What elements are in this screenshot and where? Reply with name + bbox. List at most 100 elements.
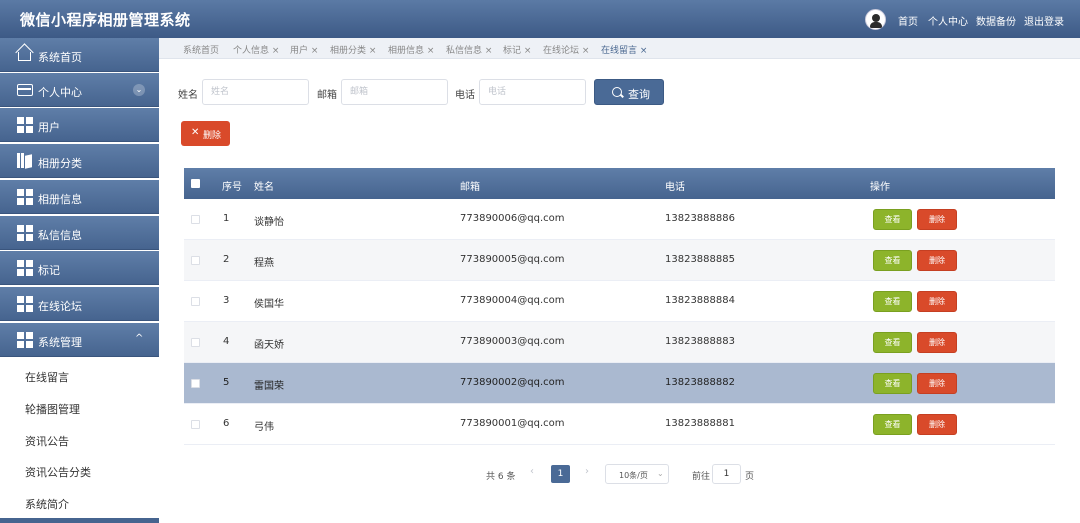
delete-button[interactable]: 删除	[917, 332, 957, 353]
search-icon	[612, 87, 622, 97]
row-name: 侯国华	[254, 299, 284, 310]
delete-button[interactable]: 删除	[917, 209, 957, 230]
row-name: 弓伟	[254, 422, 274, 433]
row-phone: 13823888882	[665, 377, 735, 388]
email-search-input[interactable]	[341, 79, 448, 105]
delete-button[interactable]: 删除	[917, 291, 957, 312]
submenu-item-news-category[interactable]: 资讯公告分类	[0, 454, 159, 486]
sidebar-footer-bar	[0, 518, 159, 523]
table-row[interactable]: 1 谈静怡 773890006@qq.com 13823888886 查看 删除	[184, 199, 1055, 240]
book-icon	[17, 153, 33, 169]
name-label: 姓名	[178, 90, 198, 101]
row-checkbox[interactable]	[191, 297, 200, 306]
view-button[interactable]: 查看	[873, 250, 912, 271]
grid-icon	[17, 225, 33, 241]
chevron-down-icon[interactable]: ⌄	[133, 84, 145, 96]
sidebar-item-label: 私信信息	[38, 229, 82, 242]
table-header: 序号 姓名 邮箱 电话 操作	[184, 168, 1055, 199]
page-size-value: 10条/页	[619, 471, 648, 480]
row-name: 谈静怡	[254, 217, 284, 228]
sidebar-item-label: 用户	[38, 121, 60, 134]
submenu-item-system-intro[interactable]: 系统简介	[0, 486, 159, 518]
view-button[interactable]: 查看	[873, 291, 912, 312]
tab-users[interactable]: 用户 ×	[290, 43, 318, 56]
sidebar-item-album-info[interactable]: 相册信息	[0, 180, 159, 214]
table-row[interactable]: 4 函天娇 773890003@qq.com 13823888883 查看 删除	[184, 322, 1055, 363]
delete-button[interactable]: 删除	[917, 414, 957, 435]
submenu-item-label: 资讯公告分类	[25, 466, 91, 479]
name-search-input[interactable]	[202, 79, 309, 105]
chevron-right-icon[interactable]: ›	[585, 466, 589, 477]
sidebar-item-label: 系统管理	[38, 336, 82, 349]
submenu-item-news[interactable]: 资讯公告	[0, 423, 159, 455]
row-phone: 13823888881	[665, 418, 735, 429]
tab-album-info[interactable]: 相册信息 ×	[388, 43, 434, 56]
tab-messages[interactable]: 私信信息 ×	[446, 43, 492, 56]
row-phone: 13823888885	[665, 254, 735, 265]
grid-icon	[17, 189, 33, 205]
sidebar-item-label: 标记	[38, 264, 60, 277]
nav-profile-link[interactable]: 个人中心	[928, 13, 968, 28]
row-checkbox[interactable]	[191, 215, 200, 224]
goto-page-input[interactable]: 1	[712, 464, 741, 484]
goto-label: 前往	[692, 472, 711, 482]
tab-forum[interactable]: 在线论坛 ×	[543, 43, 589, 56]
nav-backup-link[interactable]: 数据备份	[976, 13, 1016, 28]
sidebar-item-system[interactable]: 系统管理 ^	[0, 323, 159, 357]
view-button[interactable]: 查看	[873, 209, 912, 230]
tab-marks[interactable]: 标记 ×	[503, 43, 531, 56]
nav-logout-link[interactable]: 退出登录	[1024, 13, 1064, 28]
row-index: 4	[223, 336, 230, 347]
sidebar-item-album-category[interactable]: 相册分类	[0, 144, 159, 178]
phone-search-input[interactable]	[479, 79, 586, 105]
nav-home-link[interactable]: 首页	[898, 13, 918, 28]
row-index: 3	[223, 295, 230, 306]
chevron-up-icon[interactable]: ^	[135, 333, 143, 344]
sidebar: 系统首页 个人中心 ⌄ 用户 相册分类 相册信息 私信信息 标记 在线论坛 系统…	[0, 38, 159, 523]
row-checkbox[interactable]	[191, 420, 200, 429]
table-row[interactable]: 3 侯国华 773890004@qq.com 13823888884 查看 删除	[184, 281, 1055, 322]
query-button[interactable]: 查询	[594, 79, 664, 105]
sidebar-item-profile[interactable]: 个人中心 ⌄	[0, 73, 159, 107]
row-checkbox[interactable]	[191, 256, 200, 265]
tab-home[interactable]: 系统首页	[183, 43, 219, 56]
submenu-item-message-board[interactable]: 在线留言	[0, 359, 159, 391]
tab-album-category[interactable]: 相册分类 ×	[330, 43, 376, 56]
header-index: 序号	[222, 182, 242, 193]
tab-message-board[interactable]: 在线留言 ×	[601, 43, 647, 56]
sidebar-item-users[interactable]: 用户	[0, 108, 159, 142]
row-index: 2	[223, 254, 230, 265]
batch-delete-button[interactable]: ✕ 删除	[181, 121, 230, 146]
row-email: 773890001@qq.com	[460, 418, 565, 429]
header-name: 姓名	[254, 182, 274, 193]
table-row[interactable]: 2 程燕 773890005@qq.com 13823888885 查看 删除	[184, 240, 1055, 281]
row-checkbox[interactable]	[191, 338, 200, 347]
row-checkbox[interactable]	[191, 379, 200, 388]
select-all-checkbox[interactable]	[191, 179, 200, 188]
chevron-left-icon[interactable]: ‹	[530, 466, 534, 477]
tab-profile[interactable]: 个人信息 ×	[233, 43, 279, 56]
sidebar-item-marks[interactable]: 标记	[0, 251, 159, 285]
submenu-item-label: 资讯公告	[25, 435, 69, 448]
row-email: 773890006@qq.com	[460, 213, 565, 224]
chevron-down-icon: ⌄	[657, 469, 664, 478]
table-row[interactable]: 6 弓伟 773890001@qq.com 13823888881 查看 删除	[184, 404, 1055, 445]
sidebar-item-forum[interactable]: 在线论坛	[0, 287, 159, 321]
view-button[interactable]: 查看	[873, 332, 912, 353]
row-index: 1	[223, 213, 230, 224]
sidebar-item-label: 个人中心	[38, 86, 82, 99]
view-button[interactable]: 查看	[873, 373, 912, 394]
sidebar-item-messages[interactable]: 私信信息	[0, 216, 159, 250]
page-size-select[interactable]: 10条/页 ⌄	[605, 464, 669, 484]
submenu-item-carousel[interactable]: 轮播图管理	[0, 391, 159, 423]
phone-label: 电话	[455, 90, 475, 101]
user-avatar-icon[interactable]	[865, 9, 886, 30]
row-phone: 13823888884	[665, 295, 735, 306]
row-email: 773890004@qq.com	[460, 295, 565, 306]
pagination-page-1[interactable]: 1	[551, 465, 570, 483]
sidebar-item-home[interactable]: 系统首页	[0, 38, 159, 72]
delete-button[interactable]: 删除	[917, 373, 957, 394]
table-row[interactable]: 5 雷国荣 773890002@qq.com 13823888882 查看 删除	[184, 363, 1055, 404]
view-button[interactable]: 查看	[873, 414, 912, 435]
delete-button[interactable]: 删除	[917, 250, 957, 271]
